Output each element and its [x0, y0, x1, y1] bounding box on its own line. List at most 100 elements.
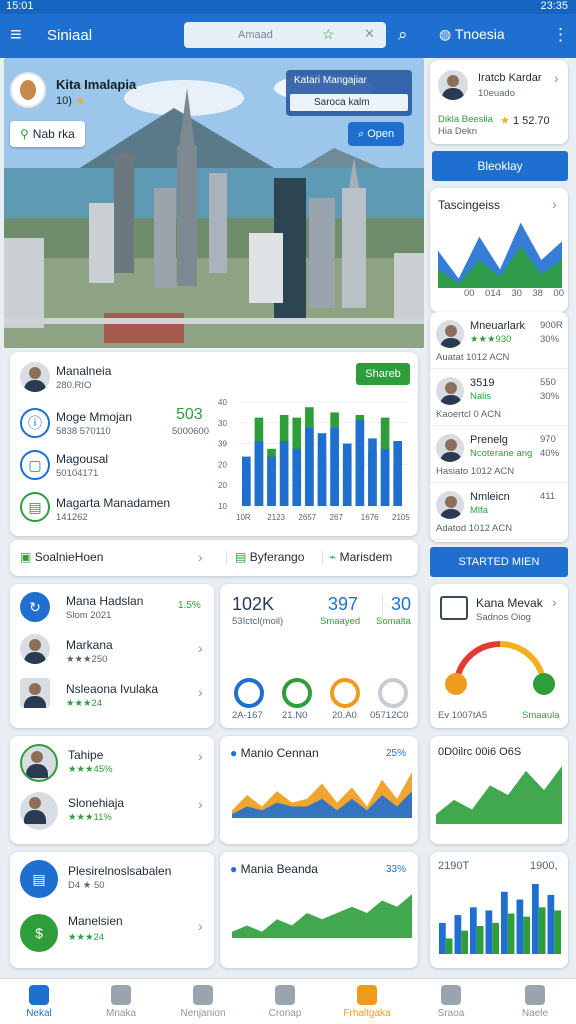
list-item-name[interactable]: Manalneia — [56, 364, 111, 378]
list-item-value: 550 — [540, 377, 556, 388]
nav-profile[interactable]: Naele — [500, 985, 570, 1019]
list-item-name[interactable]: Tahipe — [68, 748, 103, 762]
tab-3[interactable]: ⌁ Marisdem — [322, 550, 392, 564]
list-item-sub: 50104171 — [56, 468, 99, 479]
profile-card[interactable]: Iratcb Kardar 10euado Dikla Beeslia Hia … — [430, 60, 568, 144]
more-icon[interactable]: ⋮ — [552, 25, 569, 45]
overview-card[interactable]: Tascingeiss › 00 014 30 38 00 — [430, 188, 568, 312]
crown-icon — [357, 985, 377, 1005]
hero-info-panel[interactable]: Katari Mangajiar Saroca kalm — [286, 70, 412, 116]
tab-1[interactable]: ▣ SoalnieHoen — [20, 550, 103, 564]
gauge-label: Smaaula — [522, 710, 560, 721]
nav-user[interactable]: Sraoa — [416, 985, 486, 1019]
bar-blue — [501, 891, 508, 954]
list-item-name[interactable]: Markana — [66, 638, 113, 652]
hero-title: Kita Imalapia — [56, 77, 137, 92]
nav-map[interactable]: Mnaka — [86, 985, 156, 1019]
star-icon[interactable]: ☆ — [322, 26, 335, 43]
region-selector[interactable]: ◍ Tnoesia — [439, 26, 505, 43]
news-card[interactable]: Kana Mevak Sadnos Oiog › Ev 1007tA5 Smaa… — [430, 584, 568, 728]
people-list: Mneuarlark ★★★930 Auatat 1012 ACN 900R 30% 35… — [430, 312, 568, 542]
nav-label: Cronap — [268, 1008, 302, 1019]
profile-sub: 10euado — [478, 88, 515, 99]
tab-2[interactable]: ▤ Byferango — [226, 550, 304, 564]
profile-tag2: Hia Dekn — [438, 126, 478, 137]
nav-grid[interactable]: Nenjanion — [168, 985, 238, 1019]
list-item-value: 503 — [176, 406, 203, 423]
bar-green — [461, 930, 468, 954]
list-item-sub: 280.RIO — [56, 380, 92, 391]
right-area-card[interactable]: 0D0ilrc 00i6 O6S — [430, 736, 568, 844]
tick: 30 — [511, 288, 522, 299]
hero-sub-text: 10) — [56, 95, 72, 107]
list-item-value: 411 — [540, 491, 556, 502]
chevron-right-icon: › — [198, 640, 203, 656]
list-item-name[interactable]: Plesirelnoslsabalen — [68, 864, 171, 878]
city-avatar — [10, 72, 46, 108]
close-icon[interactable]: ✕ — [364, 26, 375, 42]
list-item-sub: ★★★45% — [68, 764, 113, 775]
bars-right-label: 1900, — [530, 860, 558, 872]
trend-card-1[interactable]: ● Manio Cennan 25% — [220, 736, 418, 844]
trend-percent: 33% — [386, 864, 407, 875]
list-item-percent: 30% — [540, 391, 560, 402]
list-item-name[interactable]: Mana Hadslan — [66, 594, 143, 608]
sidebar-button[interactable]: Bleoklay — [432, 151, 568, 181]
list-item-name[interactable]: Slonehiaja — [68, 796, 124, 810]
share-button[interactable]: Shareb — [356, 363, 410, 385]
menu-icon[interactable]: ≡ — [10, 24, 22, 47]
avatar — [436, 377, 464, 405]
bar-green — [523, 916, 530, 954]
bar-blue — [485, 910, 493, 954]
location-chip[interactable]: ⚲ Nab rka — [10, 121, 85, 147]
gauge-1-icon — [234, 678, 264, 708]
avatar — [436, 491, 464, 519]
region-label: Tnoesia — [454, 26, 505, 42]
search-input[interactable] — [184, 22, 334, 48]
news-sub: Sadnos Oiog — [476, 612, 531, 623]
search-box[interactable]: ☆ ✕ — [184, 22, 386, 48]
trend-card-2[interactable]: ● Mania Beanda 33% — [220, 852, 418, 968]
stat-label-2: Smaayed — [320, 616, 361, 627]
list-item-name[interactable]: Moge Mmojan — [56, 410, 132, 424]
status-bar: 15:01 23:35 — [0, 0, 576, 14]
bar-green — [492, 922, 499, 954]
list-card-2: ↻ Mana Hadslan Slom 2021 1.5% Markana ★★… — [10, 584, 214, 728]
bar-blue — [242, 456, 251, 506]
bar-blue — [380, 448, 390, 506]
bar-blue — [439, 922, 446, 954]
panel-field[interactable]: Saroca kalm — [290, 94, 408, 111]
list-item-name[interactable]: Nsleaona Ivulaka — [66, 682, 158, 696]
list-item[interactable]: Mneuarlark ★★★930 Auatat 1012 ACN 900R 30% — [430, 312, 568, 369]
gauge-label: 2A-167 — [232, 710, 263, 721]
location-chip-label: Nab rka — [32, 127, 75, 141]
x-tick-label: 267 — [330, 513, 344, 522]
nav-crown[interactable]: Frhaltgaka — [332, 985, 402, 1019]
open-button[interactable]: ⌕ Open — [348, 122, 405, 146]
nav-circle[interactable]: Cronap — [250, 985, 320, 1019]
stat-label-1: 53Ictcl(moil) — [232, 616, 284, 627]
bar-blue — [279, 441, 289, 506]
trend-percent: 25% — [386, 748, 407, 759]
nav-home[interactable]: Nekal — [4, 985, 74, 1019]
list-item-sub: Slom 2021 — [66, 610, 112, 621]
avatar — [436, 320, 464, 348]
chevron-right-icon: › — [552, 594, 557, 610]
overview-title: Tascingeiss — [438, 198, 501, 212]
chevron-right-icon: › — [554, 70, 559, 86]
list-item-name[interactable]: Magarta Manadamen — [56, 496, 170, 510]
refresh-icon — [275, 985, 295, 1005]
start-button[interactable]: STARTED MIEN — [430, 547, 568, 577]
profile-icon — [525, 985, 545, 1005]
right-bars-card[interactable]: 2190T 1900, — [430, 852, 568, 968]
search-icon[interactable]: ⌕ — [398, 25, 408, 45]
list-item[interactable]: Prenelg Ncoterane ang Hasiato 1012 ACN 970 4… — [430, 426, 568, 483]
list-item[interactable]: Nmleicn Mlfa Adatod 1012 ACN 411 — [430, 483, 568, 540]
bar-green — [554, 910, 561, 954]
list-item-name[interactable]: Manelsien — [68, 914, 123, 928]
bar-blue — [330, 428, 339, 506]
clipboard-icon: ▤ — [20, 492, 50, 522]
list-item[interactable]: 3519 Nalis Kaoertcl 0 ACN 550 30% — [430, 369, 568, 426]
list-item-rating: ★★★930 — [470, 334, 512, 345]
list-item-name[interactable]: Magousal — [56, 452, 108, 466]
